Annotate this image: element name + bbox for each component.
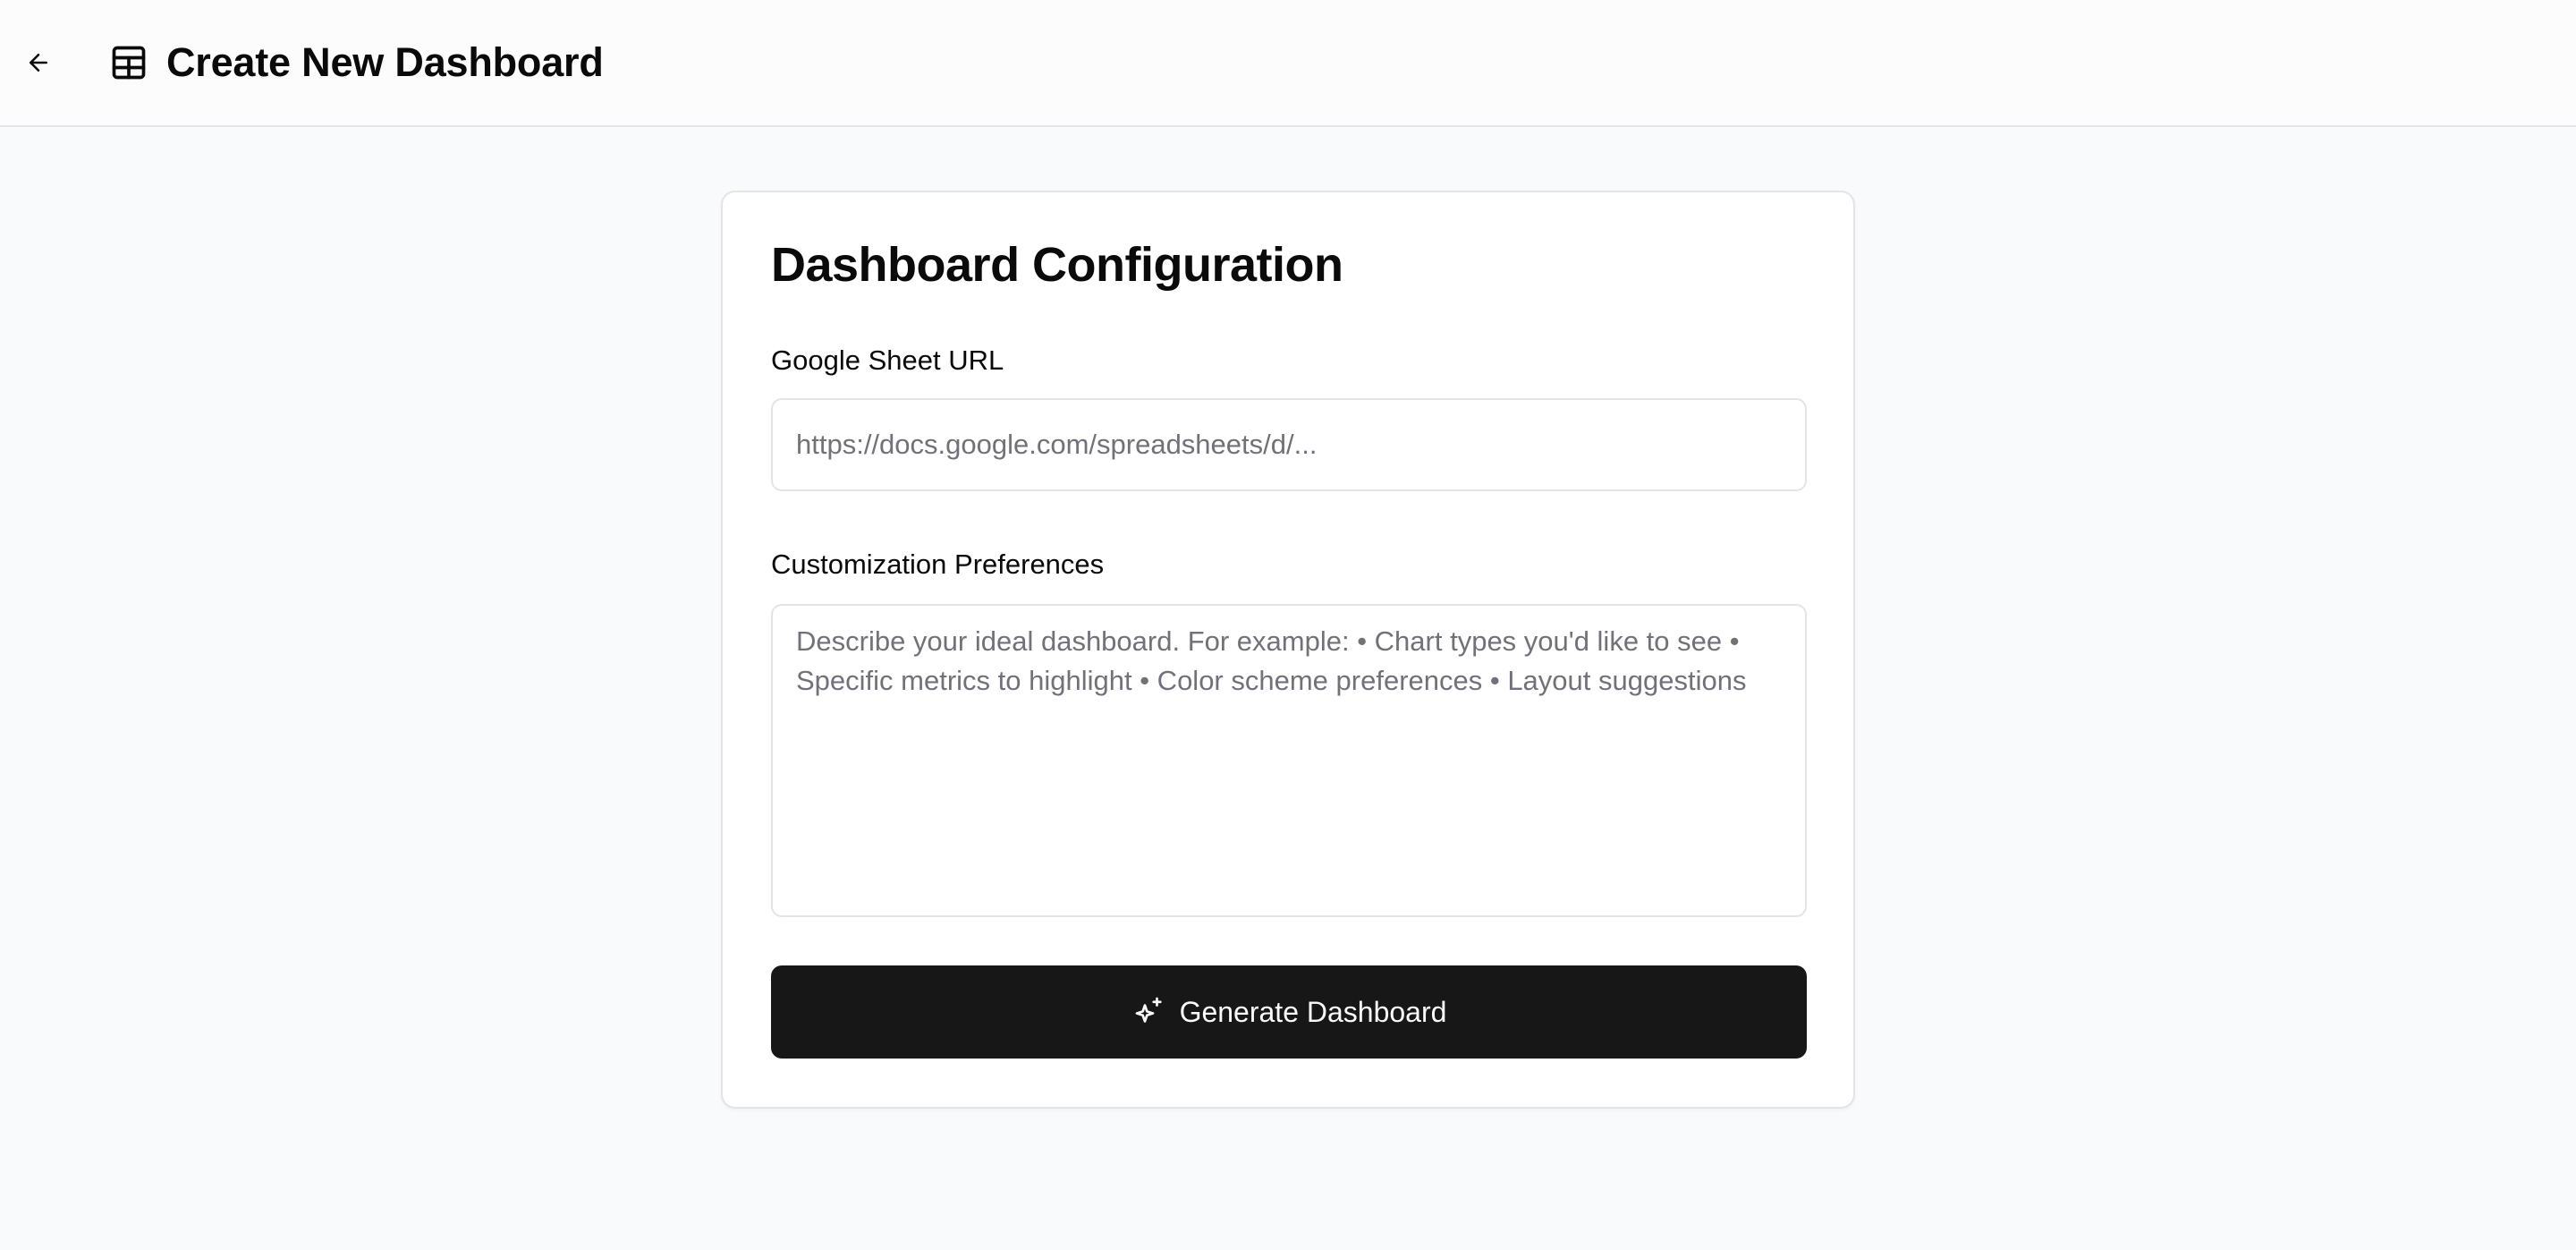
page-title: Create New Dashboard: [166, 39, 604, 85]
customization-preferences-label: Customization Preferences: [771, 548, 1105, 580]
back-button[interactable]: [16, 40, 61, 85]
page-title-group: Create New Dashboard: [109, 36, 604, 89]
card-title: Dashboard Configuration: [771, 238, 1343, 292]
sparkles-icon: [1131, 996, 1164, 1028]
table-icon: [109, 43, 148, 82]
generate-dashboard-button[interactable]: Generate Dashboard: [771, 965, 1807, 1059]
arrow-left-icon: [25, 49, 52, 76]
google-sheet-url-label: Google Sheet URL: [771, 344, 1004, 376]
google-sheet-url-input[interactable]: [771, 398, 1807, 491]
generate-dashboard-label: Generate Dashboard: [1179, 995, 1447, 1028]
top-bar: Create New Dashboard: [0, 0, 2576, 127]
customization-preferences-textarea[interactable]: [771, 604, 1807, 917]
dashboard-configuration-card: Dashboard Configuration Google Sheet URL…: [721, 191, 1855, 1109]
